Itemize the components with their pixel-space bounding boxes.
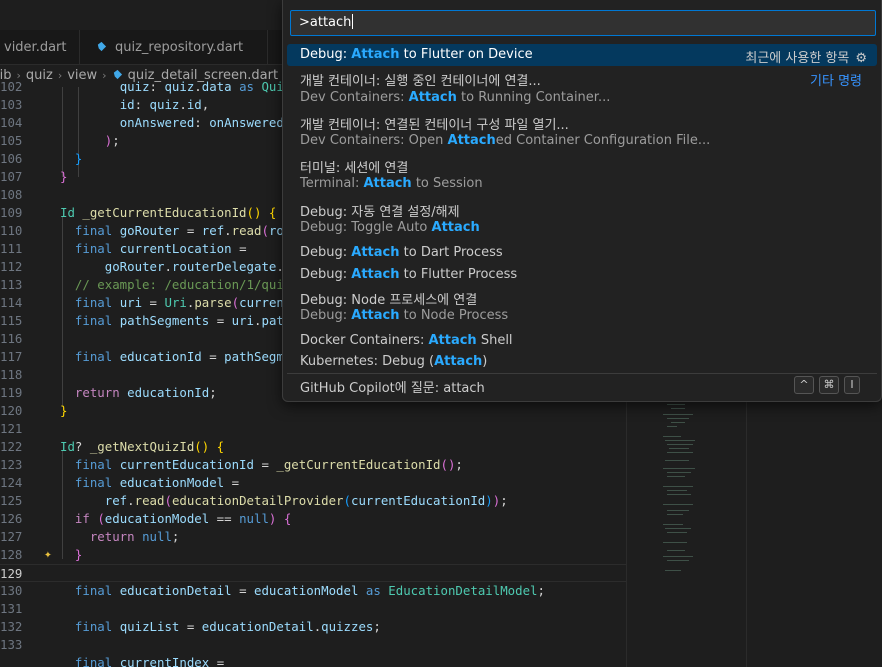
palette-item-docker-attach-shell[interactable]: Docker Containers: Attach Shell — [287, 331, 877, 353]
tab-label: vider.dart — [4, 40, 67, 55]
code-line: 122 Id? _getNextQuizId() { — [0, 439, 225, 454]
minimap[interactable] — [626, 400, 746, 667]
tab-provider[interactable]: vider.dart — [0, 30, 80, 65]
code-line-current: 129 — [0, 564, 626, 582]
palette-item-dev-container-config[interactable]: 개발 컨테이너: 연결된 컨테이너 구성 파일 열기... Dev Contai… — [287, 110, 877, 152]
palette-item-attach-flutter-device[interactable]: Debug: Attach to Flutter on Device 최근에 사… — [287, 44, 877, 66]
palette-item-label: 터미널: 세션에 연결 — [300, 161, 409, 176]
palette-item-label: Debug: Node 프로세스에 연결 — [300, 293, 478, 308]
command-input-text: >attach — [299, 15, 352, 30]
palette-item-label: 개발 컨테이너: 실행 중인 컨테이너에 연결... — [300, 74, 541, 89]
command-palette-input[interactable]: >attach — [290, 10, 876, 36]
code-line: final currentIndex = — [74, 655, 225, 667]
code-line: 133 — [0, 637, 23, 652]
code-line: 124 final educationModel = — [0, 475, 240, 490]
code-line: 126 if (educationModel == null) { — [0, 511, 292, 526]
palette-item-label: 개발 컨테이너: 연결된 컨테이너 구성 파일 열기... — [300, 118, 569, 133]
palette-item-detail: Debug: Toggle Auto Attach — [300, 220, 480, 235]
palette-item-label: GitHub Copilot에 질문: attach — [300, 381, 485, 396]
palette-item-detail: Terminal: Attach to Session — [300, 176, 483, 191]
palette-item-detail: Dev Containers: Attach to Running Contai… — [300, 90, 611, 105]
palette-item-terminal-attach[interactable]: 터미널: 세션에 연결 Terminal: Attach to Session — [287, 153, 877, 195]
palette-item-toggle-auto-attach[interactable]: Debug: 자동 연결 설정/해제 Debug: Toggle Auto At… — [287, 197, 877, 239]
i-key-label: I — [844, 376, 860, 394]
tab-label: quiz_repository.dart — [115, 40, 244, 55]
palette-item-label: Docker Containers: Attach Shell — [300, 333, 513, 348]
palette-item-attach-node[interactable]: Debug: Node 프로세스에 연결 Debug: Attach to No… — [287, 287, 877, 329]
code-line: 120} — [0, 403, 68, 418]
palette-item-label: Debug: Attach to Flutter on Device — [300, 47, 533, 62]
code-line: 128 } — [0, 547, 83, 562]
dart-file-icon — [97, 41, 107, 52]
editor-scrollbar[interactable] — [746, 400, 760, 667]
command-key-icon: ⌘ — [819, 376, 839, 394]
palette-item-detail: Dev Containers: Open Attached Container … — [300, 133, 711, 148]
code-line: 125 ref.read(educationDetailProvider(cur… — [0, 493, 508, 508]
palette-item-dev-container-attach[interactable]: 개발 컨테이너: 실행 중인 컨테이너에 연결... 기타 명령 Dev Con… — [287, 67, 877, 109]
code-line: 123 final currentEducationId = _getCurre… — [0, 457, 463, 472]
other-commands-label: 기타 명령 — [810, 74, 862, 89]
palette-divider — [287, 373, 877, 374]
command-palette: >attach Debug: Attach to Flutter on Devi… — [282, 0, 882, 402]
code-line: 132 final quizList = educationDetail.qui… — [0, 619, 381, 634]
palette-item-kubernetes-debug[interactable]: Kubernetes: Debug (Attach) — [287, 353, 877, 373]
palette-item-label: Debug: Attach to Flutter Process — [300, 267, 518, 282]
gear-icon[interactable]: ⚙ — [855, 51, 867, 66]
palette-item-ask-copilot[interactable]: GitHub Copilot에 질문: attach — [287, 375, 877, 397]
palette-item-attach-dart[interactable]: Debug: Attach to Dart Process — [287, 243, 877, 265]
code-line: 121 — [0, 421, 23, 436]
palette-item-label: Kubernetes: Debug (Attach) — [300, 354, 488, 369]
palette-item-label: Debug: 자동 연결 설정/해제 — [300, 205, 460, 220]
palette-item-detail: Debug: Attach to Node Process — [300, 308, 509, 323]
text-caret — [352, 14, 354, 29]
recently-used-label: 최근에 사용한 항목 ⚙ — [745, 51, 867, 66]
sparkle-icon[interactable]: ✦ — [44, 546, 52, 564]
code-line: 131 — [0, 601, 23, 616]
code-line: 130 final educationDetail = educationMod… — [0, 583, 545, 598]
palette-item-attach-flutter-process[interactable]: Debug: Attach to Flutter Process — [287, 265, 877, 287]
tab-quiz-repository[interactable]: quiz_repository.dart — [84, 30, 268, 65]
ctrl-key-icon: ^ — [794, 376, 814, 394]
code-line: 127 return null; — [0, 529, 180, 544]
palette-item-label: Debug: Attach to Dart Process — [300, 245, 503, 260]
